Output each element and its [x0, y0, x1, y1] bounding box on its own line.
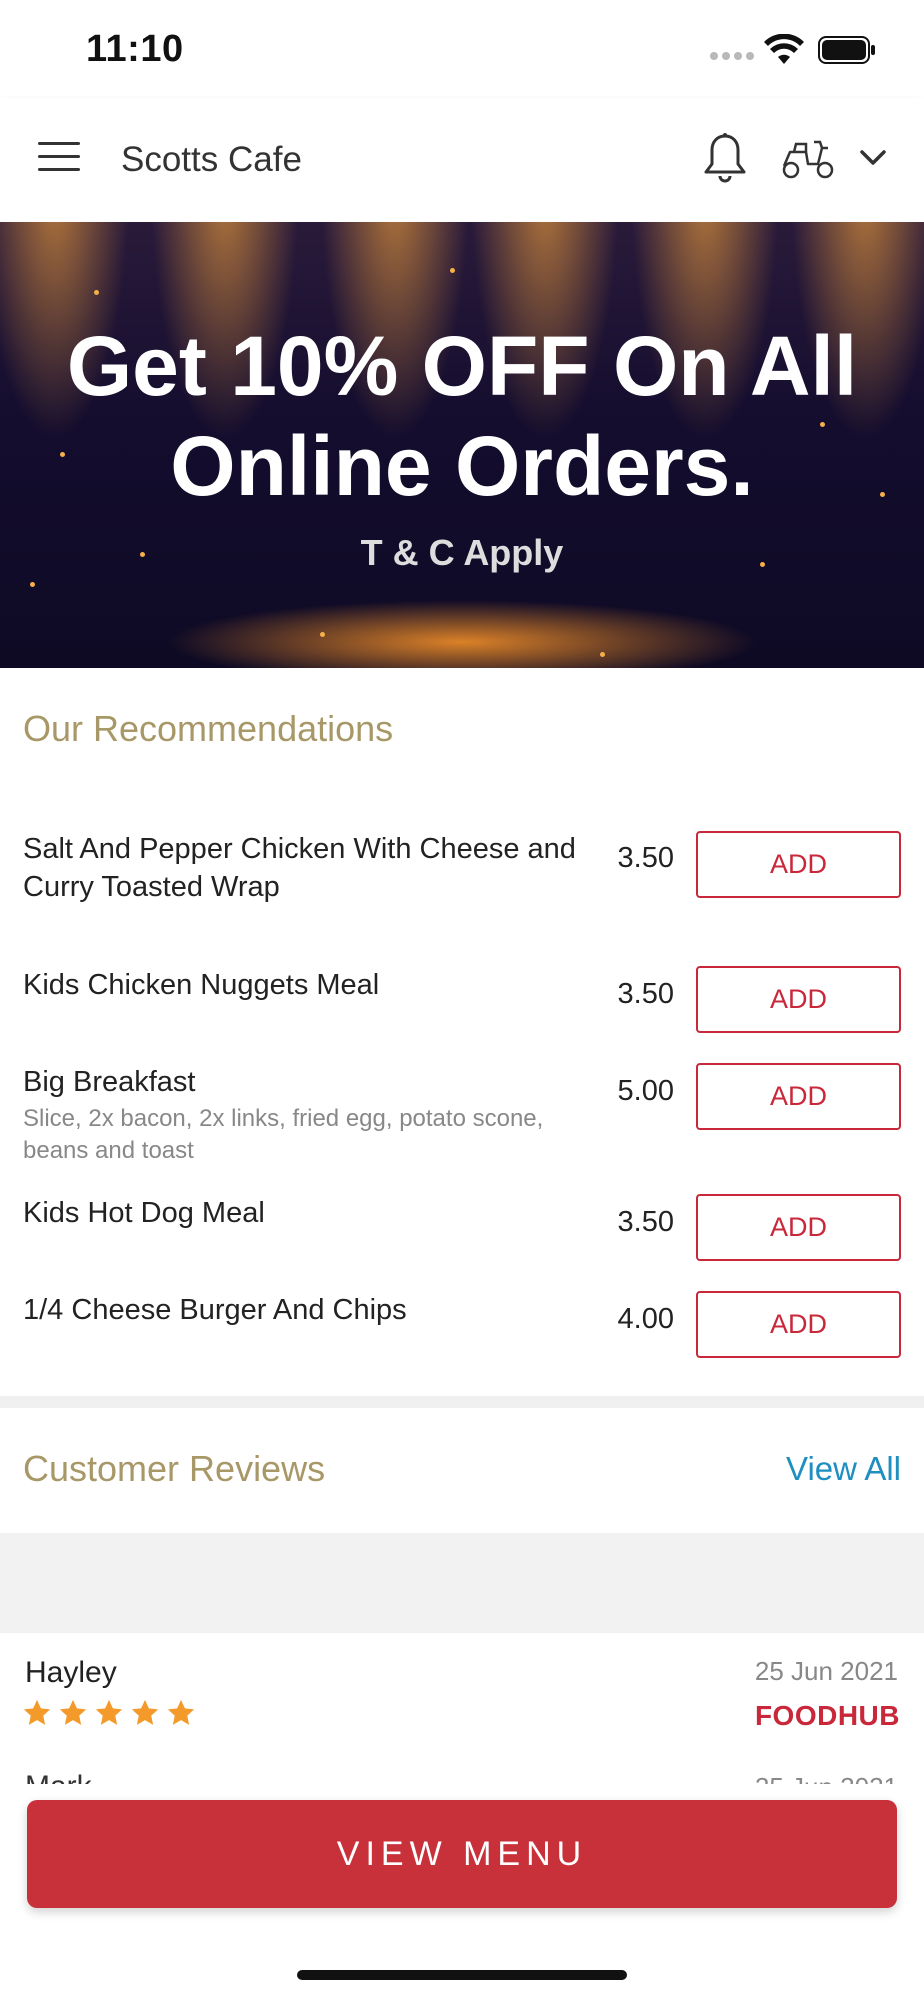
banner-headline: Get 10% OFF On All — [66, 319, 858, 413]
add-button[interactable]: ADD — [696, 1194, 901, 1261]
star-icon — [95, 1699, 123, 1725]
section-divider — [0, 1396, 924, 1408]
item-name: 1/4 Cheese Burger And Chips — [23, 1294, 407, 1326]
star-icon — [59, 1699, 87, 1725]
rating-stars — [22, 1698, 196, 1728]
star-icon — [167, 1699, 195, 1725]
review-item-partial: Mark 25 Jun 2021 — [0, 1770, 924, 1784]
status-bar: 11:10 — [0, 0, 924, 98]
item-price: 3.50 — [617, 1206, 674, 1238]
foodhub-logo: FOODHUB — [754, 1700, 900, 1731]
item-price: 5.00 — [617, 1075, 674, 1107]
sparkle — [30, 582, 35, 587]
store-title: Scotts Cafe — [121, 140, 302, 179]
review-date: 25 Jun 2021 — [754, 1656, 898, 1686]
item-name: Kids Chicken Nuggets Meal — [23, 969, 380, 1001]
battery-icon — [818, 36, 875, 64]
sparkle — [450, 268, 455, 273]
home-indicator — [297, 1970, 627, 1980]
item-name: Big Breakfast — [23, 1066, 196, 1098]
reviewer-name: Mark — [25, 1770, 92, 1784]
add-button[interactable]: ADD — [696, 1291, 901, 1358]
reviews-spacer — [0, 1533, 924, 1633]
sparkle — [94, 290, 99, 295]
item-description: Slice, 2x bacon, 2x links, fried egg, po… — [23, 1105, 544, 1164]
hamburger-menu-icon[interactable] — [38, 142, 80, 176]
wifi-icon — [764, 34, 804, 64]
item-price: 3.50 — [617, 842, 674, 874]
add-button[interactable]: ADD — [696, 831, 901, 898]
star-icon — [23, 1699, 51, 1725]
status-time: 11:10 — [86, 28, 184, 70]
item-price: 4.00 — [617, 1303, 674, 1335]
cellular-signal-icon — [710, 52, 754, 60]
promo-banner[interactable]: Get 10% OFF On All Online Orders. T & C … — [0, 222, 924, 668]
chevron-down-icon[interactable] — [858, 146, 888, 170]
sparkle — [320, 632, 325, 637]
banner-headline: Online Orders. — [170, 419, 754, 513]
reviews-title: Customer Reviews — [23, 1448, 326, 1489]
app-header: Scotts Cafe — [0, 98, 924, 222]
recommendations-title: Our Recommendations — [23, 708, 394, 749]
sparkle — [600, 652, 605, 657]
item-price: 3.50 — [617, 978, 674, 1010]
view-menu-button[interactable]: VIEW MENU — [27, 1800, 897, 1908]
view-all-reviews-link[interactable]: View All — [786, 1450, 901, 1488]
add-button[interactable]: ADD — [696, 966, 901, 1033]
delivery-scooter-icon[interactable] — [780, 138, 836, 180]
banner-terms: T & C Apply — [360, 532, 564, 573]
item-name: Kids Hot Dog Meal — [23, 1197, 265, 1229]
notification-bell-icon[interactable] — [702, 132, 748, 184]
review-date: 25 Jun 2021 — [755, 1772, 898, 1784]
reviewer-name: Hayley — [25, 1656, 117, 1689]
add-button[interactable]: ADD — [696, 1063, 901, 1130]
star-icon — [131, 1699, 159, 1725]
item-name: Salt And Pepper Chicken With Cheese and … — [23, 833, 576, 903]
